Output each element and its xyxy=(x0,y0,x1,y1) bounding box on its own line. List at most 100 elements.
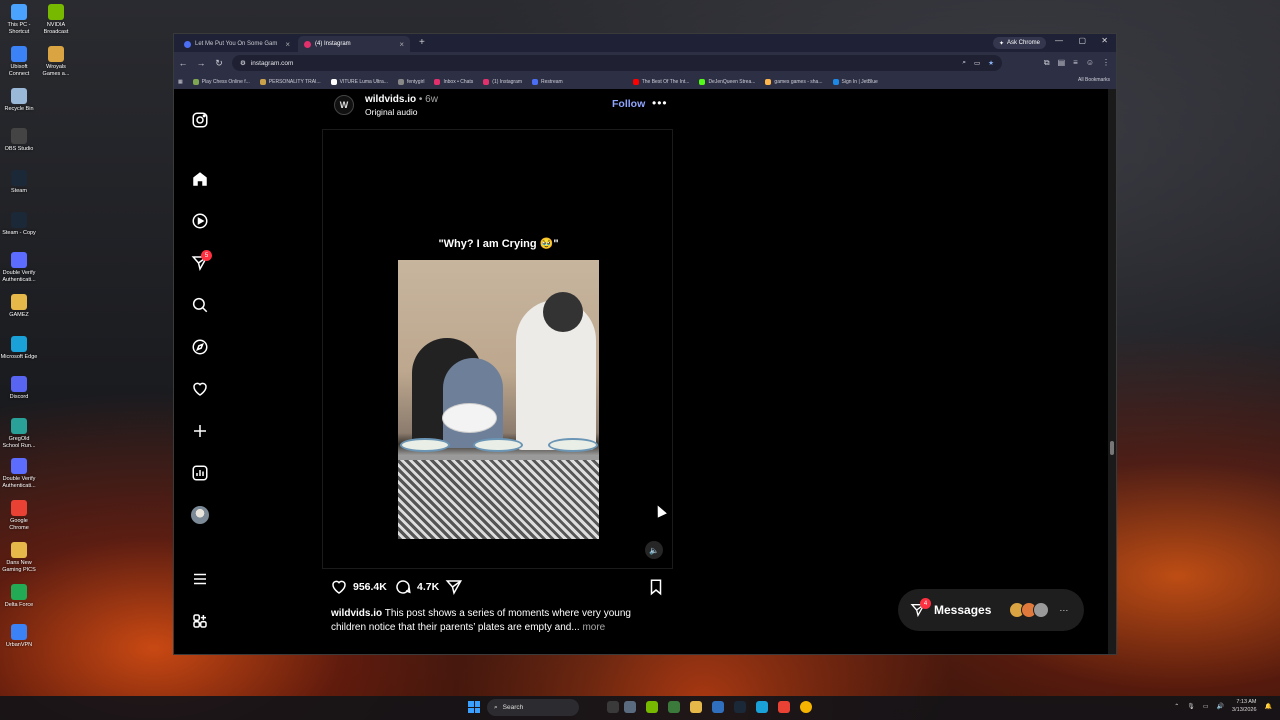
app-icon[interactable] xyxy=(712,701,724,713)
settings-icon[interactable] xyxy=(624,701,636,713)
explore-icon[interactable] xyxy=(191,338,209,356)
post-author-avatar[interactable]: W xyxy=(334,95,354,115)
bookmark-item[interactable]: VITURE Luma Ultra... xyxy=(330,78,388,85)
media-icon[interactable]: ≡ xyxy=(1073,58,1078,68)
ask-chrome-button[interactable]: ✦ Ask Chrome xyxy=(992,37,1046,49)
nvidia-icon[interactable] xyxy=(646,701,658,713)
volume-icon[interactable]: 🔊 xyxy=(1217,703,1224,710)
tab-youtube[interactable]: Let Me Put You On Some Gam × xyxy=(178,36,296,52)
audio-toggle-icon[interactable]: 🔈 xyxy=(645,541,663,559)
more-options-icon[interactable]: ••• xyxy=(652,96,668,110)
site-settings-icon[interactable]: ⚙ xyxy=(240,59,246,67)
new-tab-icon[interactable]: + xyxy=(419,37,425,48)
comment-icon[interactable] xyxy=(394,578,412,596)
bookmark-item[interactable]: DeJenQueen Strea... xyxy=(699,78,755,85)
post-username[interactable]: wildvids.io xyxy=(365,94,416,105)
desktop-icon[interactable]: Ubisoft Connect xyxy=(0,46,38,78)
messages-button[interactable]: 4 Messages ··· xyxy=(898,589,1084,631)
like-action[interactable]: 956.4K xyxy=(330,578,387,596)
desktop-icon[interactable]: OBS Studio xyxy=(0,128,38,153)
cast-icon[interactable]: ▭ xyxy=(974,59,980,67)
tab-instagram[interactable]: (4) Instagram × xyxy=(298,36,410,52)
instagram-logo-icon[interactable] xyxy=(191,111,209,129)
create-plus-icon[interactable] xyxy=(191,422,209,440)
desktop-icon[interactable]: Microsoft Edge xyxy=(0,336,38,361)
desktop-icon[interactable]: UrbanVPN xyxy=(0,624,38,649)
comment-count[interactable]: 4.7K xyxy=(417,581,439,593)
all-bookmarks-button[interactable]: All Bookmarks xyxy=(1078,77,1110,83)
bookmark-item[interactable]: Sign In | JetBlue xyxy=(832,78,878,85)
tab-close-icon[interactable]: × xyxy=(285,40,290,49)
network-icon[interactable]: ▭ xyxy=(1203,703,1209,710)
comment-action[interactable]: 4.7K xyxy=(394,578,439,596)
edge-icon[interactable] xyxy=(756,701,768,713)
sidepanel-icon[interactable]: ▤ xyxy=(1058,58,1066,68)
home-icon[interactable] xyxy=(191,170,209,188)
extensions-icon[interactable]: ⧉ xyxy=(1044,58,1050,68)
menu-icon[interactable]: ⋮ xyxy=(1102,58,1110,68)
bookmark-item[interactable]: Restream xyxy=(532,78,563,85)
back-icon[interactable]: ← xyxy=(174,58,192,68)
profile-icon[interactable]: ☺ xyxy=(1086,58,1094,68)
minimize-icon[interactable]: — xyxy=(1055,36,1063,45)
heart-notifications-icon[interactable] xyxy=(191,380,209,398)
tab-close-icon[interactable]: × xyxy=(399,40,404,49)
profile-avatar[interactable] xyxy=(191,506,209,524)
mic-icon[interactable]: 🎙 xyxy=(1187,703,1195,710)
caption-more-link[interactable]: more xyxy=(580,622,605,633)
bookmark-item[interactable]: PERSONALITY TRAI... xyxy=(259,78,321,85)
taskbar-search[interactable]: ⌕ Search xyxy=(487,699,579,716)
bookmark-item[interactable]: Play Chess Online f... xyxy=(192,78,250,85)
bookmark-item[interactable]: fentygirl xyxy=(397,78,424,85)
notifications-icon[interactable]: 🔔 xyxy=(1265,703,1272,710)
close-window-icon[interactable]: ✕ xyxy=(1101,36,1108,45)
bookmark-item[interactable]: (1) Instagram xyxy=(483,78,522,85)
maximize-icon[interactable]: ▢ xyxy=(1078,36,1086,45)
like-count[interactable]: 956.4K xyxy=(353,581,387,593)
forward-icon[interactable]: → xyxy=(192,58,210,68)
reels-icon[interactable] xyxy=(191,212,209,230)
bookmark-star-icon[interactable]: ★ xyxy=(988,59,994,67)
reload-icon[interactable]: ↻ xyxy=(210,58,228,69)
desktop-icon[interactable]: GAMEZ xyxy=(0,294,38,319)
desktop-icon[interactable]: Google Chrome xyxy=(0,500,38,532)
desktop-icon[interactable]: GregOld School Run... xyxy=(0,418,38,450)
hamburger-menu-icon[interactable] xyxy=(191,570,209,588)
clock[interactable]: 7:13 AM 3/13/2026 xyxy=(1232,698,1256,714)
reel-video[interactable]: "Why? I am Crying 🥹" 🔈 xyxy=(322,129,673,569)
desktop-icon[interactable]: Steam xyxy=(0,170,38,195)
bookmark-item[interactable]: The Best Of The Int... xyxy=(632,78,689,85)
windows-start-icon[interactable] xyxy=(468,701,480,713)
bookmark-item[interactable]: games games - sha... xyxy=(765,78,823,85)
share-icon[interactable] xyxy=(445,578,463,596)
caption-username[interactable]: wildvids.io xyxy=(331,608,382,619)
desktop-icon[interactable]: Recycle Bin xyxy=(0,88,38,113)
save-bookmark-icon[interactable] xyxy=(647,578,665,596)
page-scrollbar[interactable] xyxy=(1108,89,1116,654)
desktop-icon[interactable]: This PC - Shortcut xyxy=(0,4,38,36)
steam-icon[interactable] xyxy=(734,701,746,713)
save-action[interactable] xyxy=(647,578,665,596)
file-explorer-icon[interactable] xyxy=(690,701,702,713)
desktop-icon[interactable]: Dans New Gaming PICS xyxy=(0,542,38,574)
url-field[interactable]: ⚙ instagram.com ⌕ ▭ ★ xyxy=(232,55,1002,71)
scrollbar-thumb[interactable] xyxy=(1110,441,1114,455)
desktop-icon[interactable]: NVIDIA Broadcast xyxy=(37,4,75,36)
zoom-icon[interactable]: ⌕ xyxy=(962,59,966,67)
post-audio[interactable]: Original audio xyxy=(365,107,417,117)
search-icon[interactable] xyxy=(191,296,209,314)
chrome-icon[interactable] xyxy=(800,701,812,713)
follow-button[interactable]: Follow xyxy=(612,98,645,110)
desktop-icon[interactable]: Discord xyxy=(0,376,38,401)
desktop-icon[interactable]: Delta Force xyxy=(0,584,38,609)
desktop-icon[interactable]: Double Verify Authenticati... xyxy=(0,458,38,490)
desktop-icon[interactable]: Steam - Copy xyxy=(0,212,38,237)
tray-chevron-icon[interactable]: ⌃ xyxy=(1174,703,1179,710)
also-from-meta-icon[interactable] xyxy=(191,612,209,630)
bookmark-item[interactable]: Inbox • Chats xyxy=(434,78,473,85)
desktop-icon[interactable]: Double Verify Authenticati... xyxy=(0,252,38,284)
like-heart-icon[interactable] xyxy=(330,578,348,596)
post-author[interactable]: wildvids.io • 6w xyxy=(365,94,438,105)
app-icon[interactable] xyxy=(778,701,790,713)
dashboard-icon[interactable] xyxy=(191,464,209,482)
